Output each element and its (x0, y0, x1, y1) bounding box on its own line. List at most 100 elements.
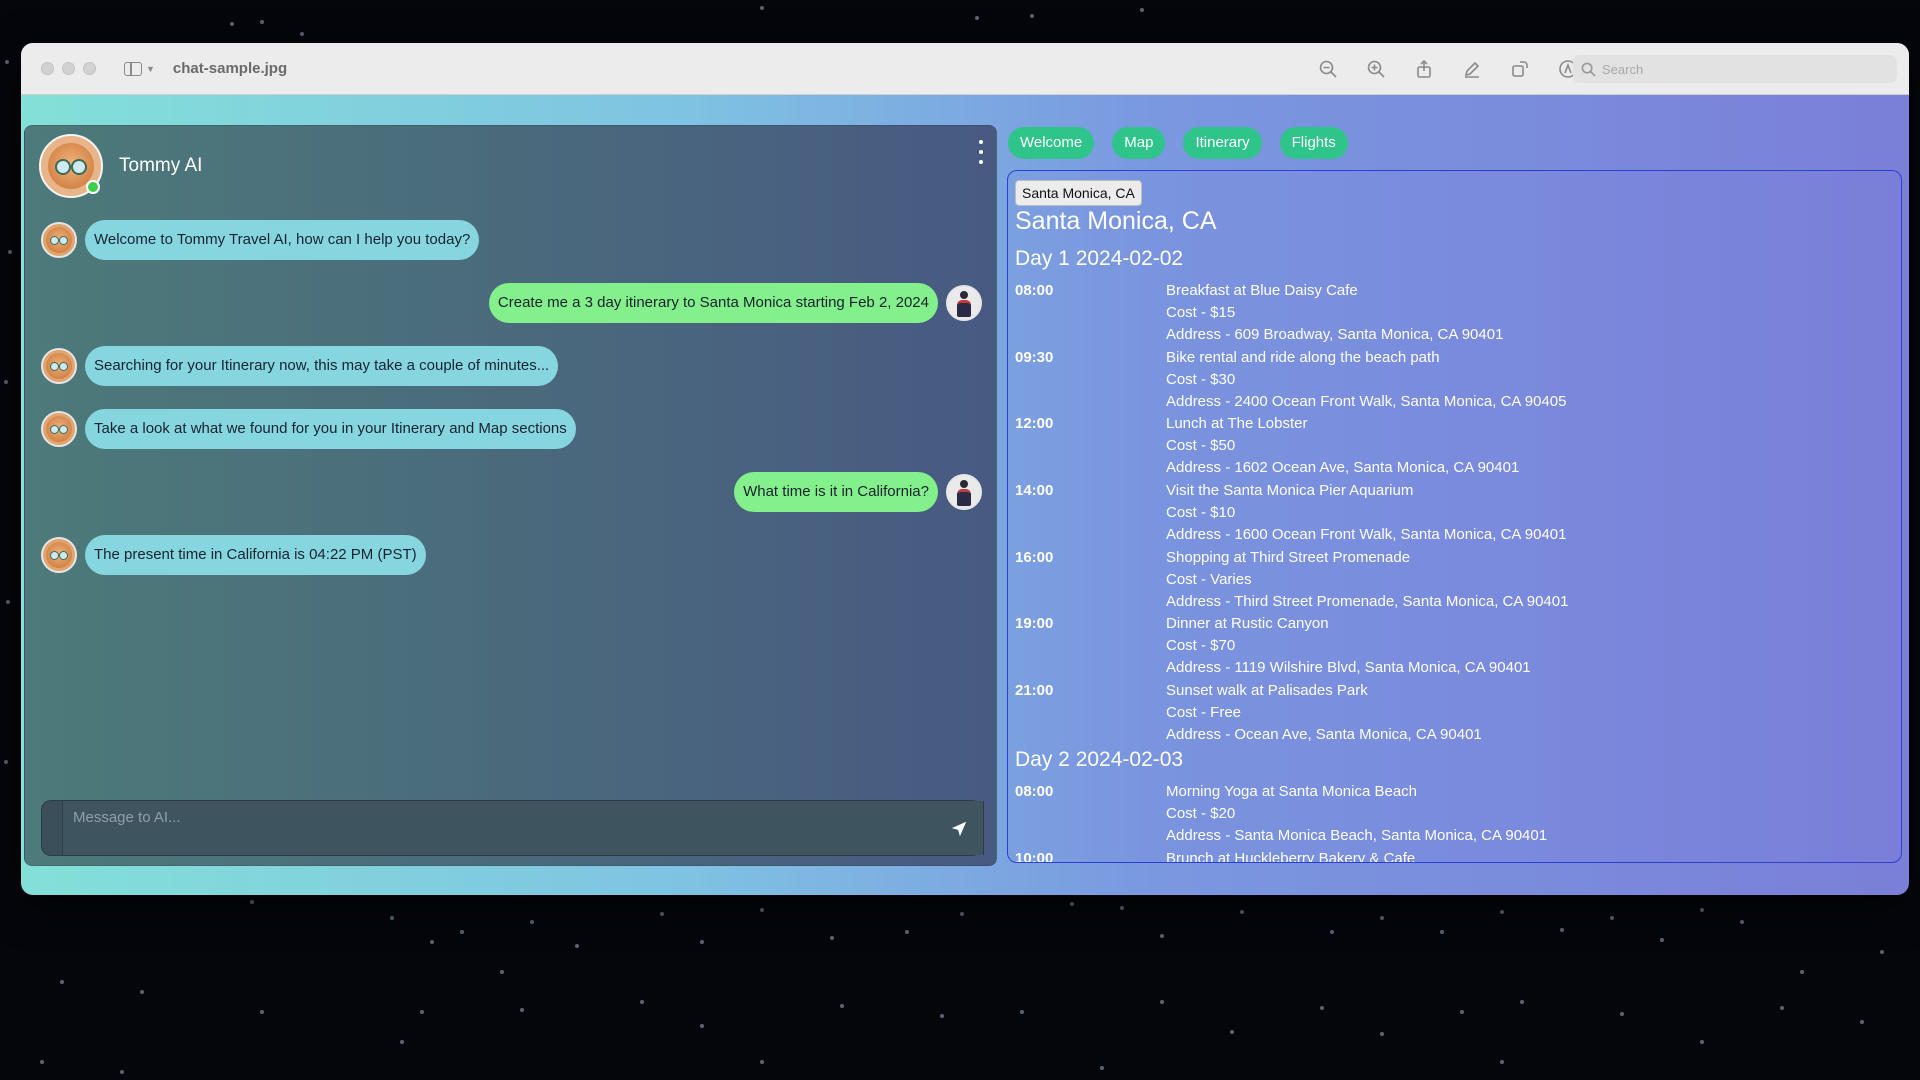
star-dot (1660, 938, 1664, 942)
send-button[interactable] (945, 815, 973, 843)
zoom-window-button[interactable] (83, 62, 96, 75)
tab-itinerary[interactable]: Itinerary (1183, 127, 1262, 159)
star-dot (300, 32, 304, 36)
share-button[interactable] (1413, 58, 1435, 80)
user-message-bubble: What time is it in California? (734, 472, 938, 512)
bot-message-bubble: The present time in California is 04:22 … (85, 535, 426, 575)
star-dot (1740, 920, 1744, 924)
view-tabs: Welcome Map Itinerary Flights (1008, 127, 1348, 159)
slot-time: 12:00 (1015, 415, 1054, 432)
slot-time: 08:00 (1015, 282, 1054, 299)
slot-activity: Lunch at The Lobster (1166, 415, 1308, 432)
slot-time: 10:00 (1015, 850, 1054, 863)
star-dot (1520, 1000, 1524, 1004)
zoom-in-button[interactable] (1365, 58, 1387, 80)
zoom-out-icon (1319, 60, 1337, 78)
bot-message-bubble: Welcome to Tommy Travel AI, how can I he… (85, 220, 480, 260)
star-dot (60, 980, 64, 984)
rotate-button[interactable] (1509, 58, 1531, 80)
sidebar-toggle-button[interactable]: ▼ (124, 61, 155, 76)
chat-menu-button[interactable] (976, 140, 986, 164)
window-title: chat-sample.jpg (172, 60, 288, 77)
star-dot (1500, 910, 1504, 914)
message-input[interactable] (62, 801, 984, 855)
star-dot (6, 600, 10, 604)
slot-address: Address - 1600 Ocean Front Walk, Santa M… (1166, 526, 1567, 543)
robot-face-icon (46, 416, 72, 442)
star-dot (1160, 1000, 1164, 1004)
slot-address: Address - 1119 Wilshire Blvd, Santa Moni… (1166, 659, 1531, 676)
star-dot (1780, 1006, 1784, 1010)
markup-button[interactable] (1461, 58, 1483, 80)
star-dot (40, 1060, 44, 1064)
message-row: Searching for your Itinerary now, this m… (41, 346, 982, 386)
tab-welcome[interactable]: Welcome (1008, 127, 1095, 159)
star-dot (960, 912, 964, 916)
slot-cost: Cost - $15 (1166, 304, 1236, 321)
star-dot (140, 990, 144, 994)
star-dot (260, 20, 264, 24)
star-dot (760, 6, 764, 10)
user-avatar (946, 474, 982, 510)
slot-address: Address - Third Street Promenade, Santa … (1166, 593, 1569, 610)
star-dot (230, 22, 234, 26)
star-dot (1560, 928, 1564, 932)
star-dot (1070, 902, 1074, 906)
online-status-icon (86, 180, 100, 194)
toolbar (1317, 43, 1579, 95)
slot-cost: Cost - $20 (1166, 805, 1236, 822)
star-dot (4, 760, 8, 764)
user-avatar (946, 285, 982, 321)
star-dot (1500, 1060, 1504, 1064)
agent-name: Tommy AI (119, 155, 203, 176)
star-dot (120, 1070, 124, 1074)
slot-time: 08:00 (1015, 783, 1054, 800)
slot-time: 14:00 (1015, 482, 1054, 499)
message-composer (41, 800, 984, 856)
star-dot (1440, 930, 1444, 934)
message-row: Welcome to Tommy Travel AI, how can I he… (41, 220, 982, 260)
star-dot (1880, 950, 1884, 954)
slot-address: Address - Santa Monica Beach, Santa Moni… (1166, 827, 1548, 844)
star-dot (1620, 1012, 1624, 1016)
star-dot (1230, 1030, 1234, 1034)
robot-face-icon (46, 353, 72, 379)
star-dot (390, 916, 394, 920)
day-heading: Day 1 2024-02-02 (1015, 247, 1184, 270)
slot-activity: Visit the Santa Monica Pier Aquarium (1166, 482, 1414, 499)
star-dot (1320, 1006, 1324, 1010)
slot-time: 21:00 (1015, 682, 1054, 699)
star-dot (260, 1010, 264, 1014)
star-dot (1030, 14, 1034, 18)
bot-avatar (41, 222, 77, 258)
rotate-icon (1512, 61, 1528, 77)
star-dot (520, 1008, 524, 1012)
user-message-bubble: Create me a 3 day itinerary to Santa Mon… (488, 283, 938, 323)
itinerary-panel[interactable]: Santa Monica, CA Santa Monica, CA Day 1 … (1007, 170, 1902, 863)
person-icon (957, 480, 971, 506)
zoom-in-icon (1367, 60, 1385, 78)
slot-time: 16:00 (1015, 549, 1054, 566)
search-icon (1581, 62, 1596, 77)
chat-panel: Tommy AI Welcome to Tommy Travel AI, how… (24, 125, 997, 866)
tab-flights[interactable]: Flights (1279, 127, 1348, 159)
star-dot (430, 940, 434, 944)
slot-cost: Cost - $30 (1166, 371, 1236, 388)
search-input[interactable] (1602, 61, 1882, 77)
send-icon (951, 821, 967, 837)
close-window-button[interactable] (41, 62, 54, 75)
message-row: Take a look at what we found for you in … (41, 409, 982, 449)
tab-map[interactable]: Map (1112, 127, 1166, 159)
star-dot (460, 930, 464, 934)
robot-face-icon (46, 542, 72, 568)
zoom-out-button[interactable] (1317, 58, 1339, 80)
slot-cost: Cost - $10 (1166, 504, 1236, 521)
star-dot (700, 940, 704, 944)
search-field[interactable] (1573, 55, 1897, 83)
minimize-window-button[interactable] (62, 62, 75, 75)
window-controls (41, 62, 96, 75)
message-row: The present time in California is 04:22 … (41, 535, 982, 575)
slot-activity: Morning Yoga at Santa Monica Beach (1166, 783, 1418, 800)
more-vertical-icon (979, 140, 983, 144)
star-dot (940, 1014, 944, 1018)
